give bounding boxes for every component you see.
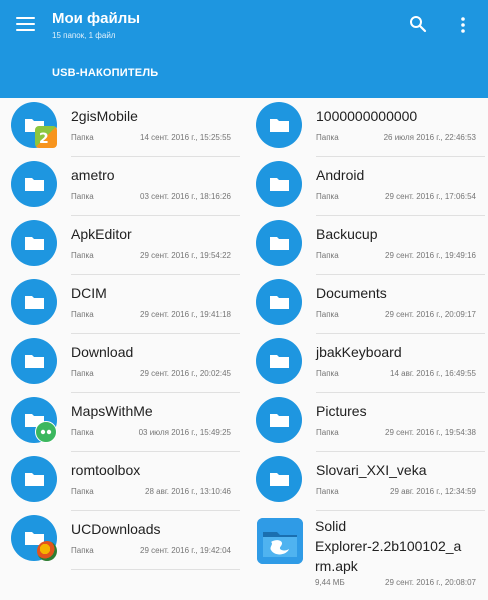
apk-name-line: rm.apk — [315, 558, 358, 574]
folder-icon — [11, 456, 57, 502]
list-item[interactable]: Backucup Папка 29 сент. 2016 г., 19:49:1… — [245, 216, 485, 275]
list-item[interactable]: ApkEditor Папка 29 сент. 2016 г., 19:54:… — [0, 216, 240, 275]
item-type: Папка — [71, 546, 94, 555]
item-type: Папка — [71, 487, 94, 496]
list-item[interactable]: Slovari_XXI_veka Папка 29 авг. 2016 г., … — [245, 452, 485, 511]
folder-icon — [256, 338, 302, 384]
item-name: ApkEditor — [71, 226, 132, 242]
item-name: Slovari_XXI_veka — [316, 462, 427, 478]
item-name: ametro — [71, 167, 115, 183]
list-item[interactable]: MapsWithMe Папка 03 июля 2016 г., 15:49:… — [0, 393, 240, 452]
page-subtitle: 15 папок, 1 файл — [52, 31, 116, 40]
item-name: 2gisMobile — [71, 108, 138, 124]
list-item[interactable]: Android Папка 29 сент. 2016 г., 17:06:54 — [245, 157, 485, 216]
item-date: 29 авг. 2016 г., 12:34:59 — [390, 487, 476, 496]
item-name: DCIM — [71, 285, 107, 301]
item-date: 03 июля 2016 г., 15:49:25 — [138, 428, 231, 437]
list-item[interactable]: 2 2gisMobile Папка 14 сент. 2016 г., 15:… — [0, 98, 240, 157]
folder-icon — [256, 279, 302, 325]
2gis-badge-icon: 2 — [35, 126, 57, 148]
apk-size: 9,44 МБ — [315, 578, 345, 587]
more-vert-icon[interactable] — [456, 15, 470, 35]
item-name: UCDownloads — [71, 521, 161, 537]
item-name: jbakKeyboard — [316, 344, 402, 360]
item-type: Папка — [316, 310, 339, 319]
item-date: 29 сент. 2016 г., 19:54:22 — [140, 251, 231, 260]
folder-icon — [11, 338, 57, 384]
apk-date: 29 сент. 2016 г., 20:08:07 — [385, 578, 476, 587]
item-date: 26 июля 2016 г., 22:46:53 — [383, 133, 476, 142]
folder-icon — [256, 456, 302, 502]
page-title: Мои файлы — [52, 10, 141, 27]
list-item[interactable]: Pictures Папка 29 сент. 2016 г., 19:54:3… — [245, 393, 485, 452]
item-type: Папка — [71, 133, 94, 142]
apk-name-line: Solid — [315, 518, 347, 534]
storage-location-label[interactable]: USB-НАКОПИТЕЛЬ — [52, 67, 158, 79]
item-date: 14 авг. 2016 г., 16:49:55 — [390, 369, 476, 378]
item-date: 29 сент. 2016 г., 19:49:16 — [385, 251, 476, 260]
folder-icon — [11, 279, 57, 325]
list-item[interactable]: Documents Папка 29 сент. 2016 г., 20:09:… — [245, 275, 485, 334]
item-name: Download — [71, 344, 134, 360]
item-date: 29 сент. 2016 г., 17:06:54 — [385, 192, 476, 201]
folder-icon — [11, 161, 57, 207]
item-type: Папка — [316, 487, 339, 496]
item-date: 03 сент. 2016 г., 18:16:26 — [140, 192, 231, 201]
item-date: 29 сент. 2016 г., 20:02:45 — [140, 369, 231, 378]
item-date: 29 сент. 2016 г., 19:54:38 — [385, 428, 476, 437]
uc-badge-icon — [37, 541, 57, 561]
folder-icon — [11, 220, 57, 266]
item-type: Папка — [71, 428, 94, 437]
item-date: 28 авг. 2016 г., 13:10:46 — [145, 487, 231, 496]
item-type: Папка — [316, 369, 339, 378]
item-name: Backucup — [316, 226, 378, 242]
list-item[interactable]: jbakKeyboard Папка 14 авг. 2016 г., 16:4… — [245, 334, 485, 393]
search-icon[interactable] — [408, 14, 428, 34]
item-type: Папка — [316, 428, 339, 437]
folder-icon — [256, 397, 302, 443]
item-name: Documents — [316, 285, 387, 301]
item-type: Папка — [316, 133, 339, 142]
item-name: 1000000000000 — [316, 108, 418, 124]
item-type: Папка — [71, 369, 94, 378]
item-name: Pictures — [316, 403, 367, 419]
item-type: Папка — [316, 251, 339, 260]
item-type: Папка — [71, 192, 94, 201]
item-date: 29 сент. 2016 г., 19:42:04 — [140, 546, 231, 555]
list-item[interactable]: romtoolbox Папка 28 авг. 2016 г., 13:10:… — [0, 452, 240, 511]
item-type: Папка — [71, 251, 94, 260]
list-item[interactable]: ametro Папка 03 сент. 2016 г., 18:16:26 — [0, 157, 240, 216]
item-type: Папка — [316, 192, 339, 201]
folder-icon — [256, 161, 302, 207]
hamburger-menu-icon[interactable] — [16, 16, 38, 34]
item-date: 14 сент. 2016 г., 15:25:55 — [140, 133, 231, 142]
item-date: 29 сент. 2016 г., 20:09:17 — [385, 310, 476, 319]
list-item[interactable]: Download Папка 29 сент. 2016 г., 20:02:4… — [0, 334, 240, 393]
folder-icon — [256, 102, 302, 148]
maps-badge-icon — [35, 421, 57, 443]
divider — [71, 569, 240, 570]
solid-explorer-app-icon — [257, 518, 303, 564]
item-name: Android — [316, 167, 365, 183]
app-bar: Мои файлы 15 папок, 1 файл USB-НАКОПИТЕЛ… — [0, 0, 488, 98]
list-item[interactable]: UCDownloads Папка 29 сент. 2016 г., 19:4… — [0, 511, 240, 570]
item-name: MapsWithMe — [71, 403, 153, 419]
apk-file-name[interactable]: Solid Explorer-2.2b100102_a rm.apk — [315, 516, 480, 576]
svg-text:2: 2 — [39, 131, 49, 147]
item-name: romtoolbox — [71, 462, 141, 478]
folder-icon — [256, 220, 302, 266]
apk-name-line: Explorer-2.2b100102_a — [315, 538, 462, 554]
list-item[interactable]: 1000000000000 Папка 26 июля 2016 г., 22:… — [245, 98, 485, 157]
item-type: Папка — [71, 310, 94, 319]
divider — [316, 510, 485, 511]
list-item[interactable]: DCIM Папка 29 сент. 2016 г., 19:41:18 — [0, 275, 240, 334]
item-date: 29 сент. 2016 г., 19:41:18 — [140, 310, 231, 319]
